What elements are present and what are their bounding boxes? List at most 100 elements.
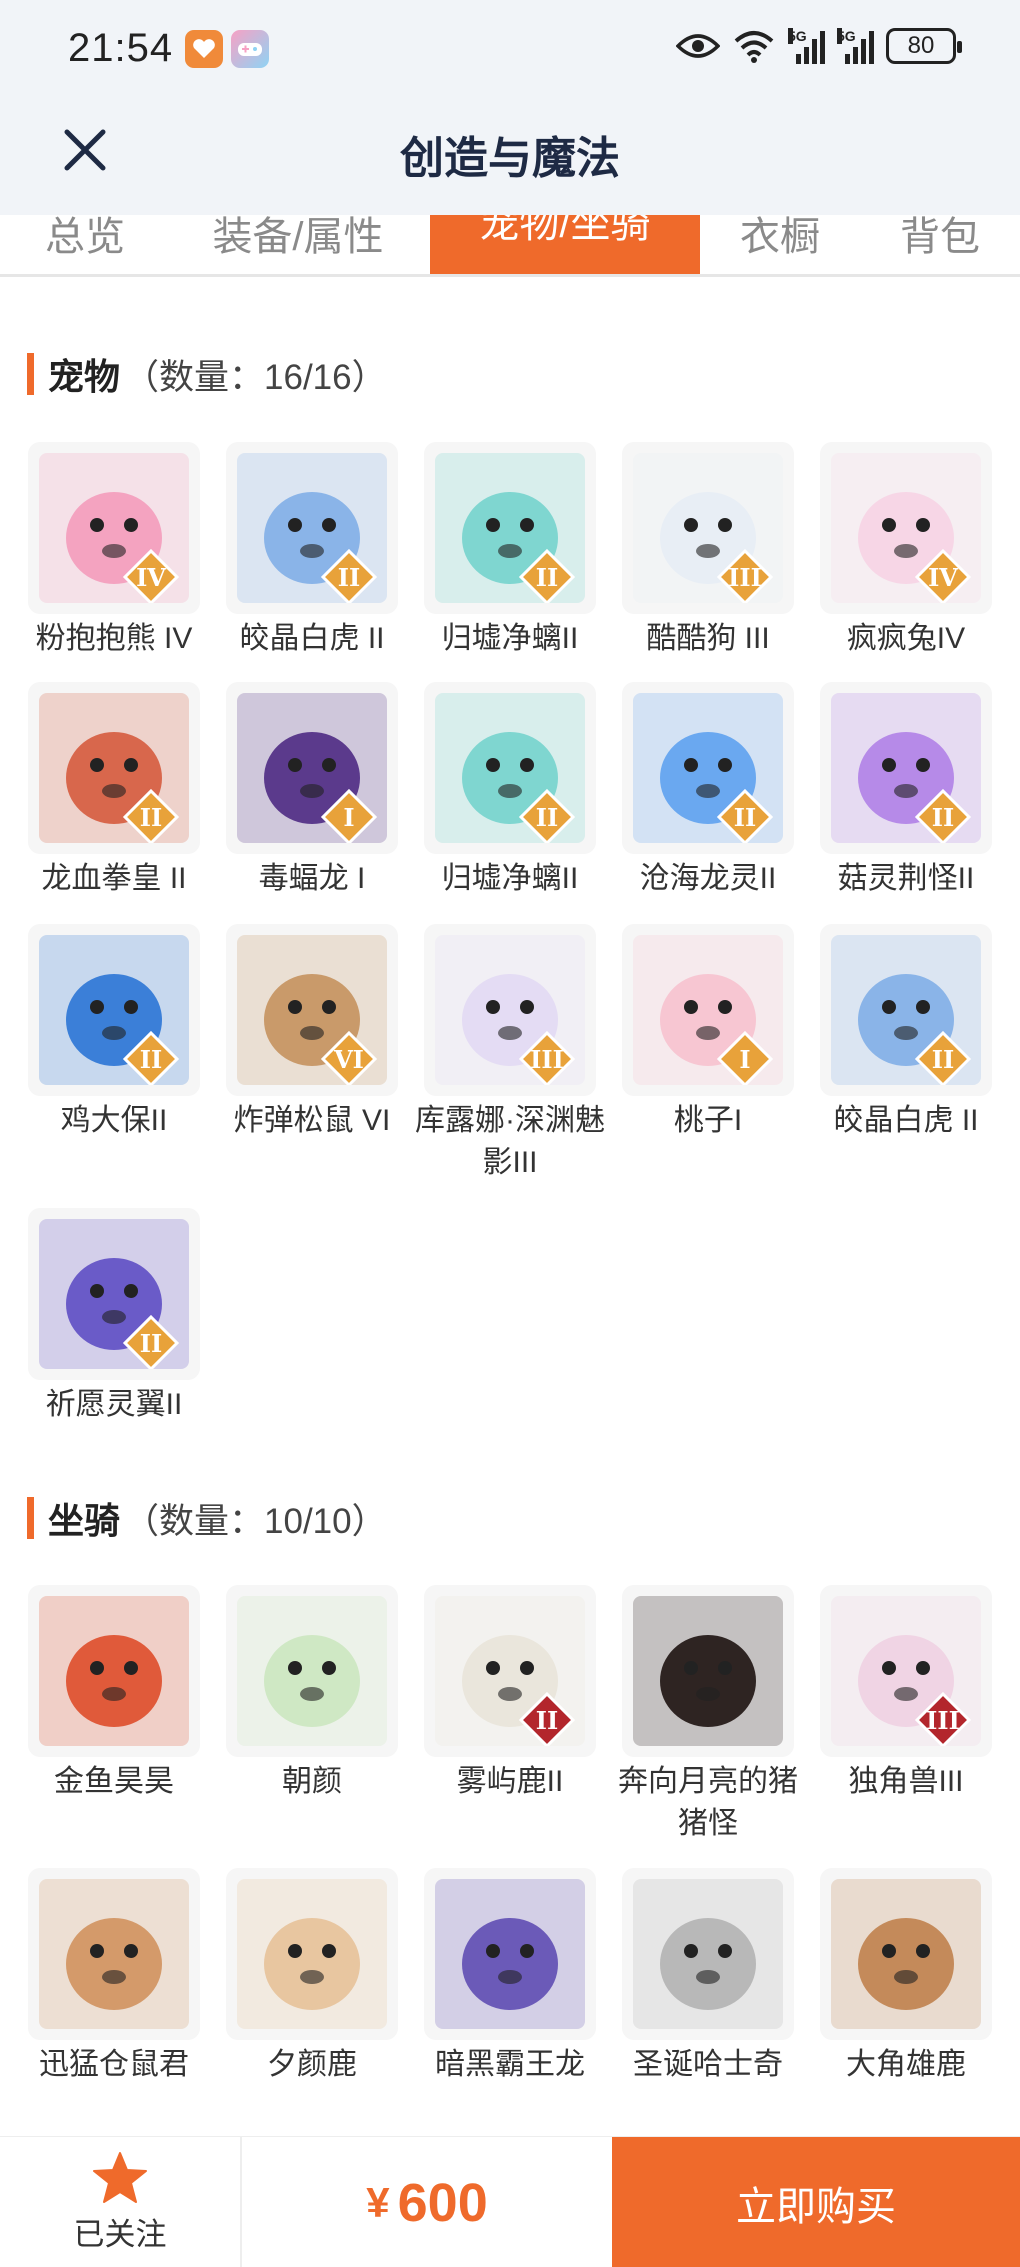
mounts-count: （数量：10/10） bbox=[124, 1501, 387, 1541]
status-bar: 21:54 5G 5G 80 bbox=[0, 0, 1020, 100]
item-name: 酷酷狗 III bbox=[646, 622, 770, 655]
tier-badge-label: III bbox=[926, 1706, 960, 1735]
item-thumbnail: II bbox=[622, 682, 794, 854]
pet-portrait: IV bbox=[831, 453, 981, 603]
item-thumbnail bbox=[226, 1585, 398, 1757]
mount-item[interactable]: 大角雄鹿 bbox=[820, 1868, 992, 2086]
item-name: 归墟净螭II bbox=[441, 622, 579, 655]
pet-portrait: II bbox=[831, 693, 981, 843]
item-name: 大角雄鹿 bbox=[846, 2048, 966, 2081]
status-app-icons bbox=[185, 30, 269, 68]
item-thumbnail: VI bbox=[226, 924, 398, 1096]
eye-icon bbox=[676, 34, 720, 58]
battery-level: 80 bbox=[907, 32, 935, 59]
tier-badge-label: III bbox=[530, 1045, 564, 1074]
tab-bag[interactable]: 背包 bbox=[880, 215, 1000, 273]
item-thumbnail: IV bbox=[28, 442, 200, 614]
item-name: 皎晶白虎 II bbox=[833, 1104, 979, 1137]
pet-item[interactable]: II 龙血拳皇 II bbox=[28, 682, 200, 900]
section-marker bbox=[27, 353, 34, 395]
pet-portrait: II bbox=[435, 453, 585, 603]
tier-badge-label: I bbox=[739, 1045, 750, 1074]
pet-item[interactable]: III 酷酷狗 III bbox=[622, 442, 794, 660]
pet-portrait bbox=[237, 1596, 387, 1746]
pet-portrait bbox=[39, 1596, 189, 1746]
item-name: 桃子I bbox=[673, 1104, 743, 1137]
item-thumbnail: III bbox=[424, 924, 596, 1096]
tier-badge-label: IV bbox=[136, 563, 166, 592]
item-name: 鸡大保II bbox=[60, 1104, 168, 1137]
item-name: 沧海龙灵II bbox=[639, 862, 777, 895]
item-name: 库露娜·深渊魅影III bbox=[415, 1104, 605, 1179]
pet-item[interactable]: II 归墟净螭II bbox=[424, 442, 596, 660]
item-name: 菇灵荆怪II bbox=[837, 862, 975, 895]
mounts-title: 坐骑 bbox=[48, 1500, 121, 1541]
star-icon bbox=[93, 2152, 147, 2203]
pet-portrait bbox=[831, 1879, 981, 2029]
signal-icon-1: 5G bbox=[788, 28, 825, 64]
pet-item[interactable]: II 祈愿灵翼II bbox=[28, 1208, 200, 1426]
follow-button[interactable]: 已关注 bbox=[0, 2137, 242, 2267]
item-thumbnail: III bbox=[622, 442, 794, 614]
mount-item[interactable]: 朝颜 bbox=[226, 1585, 398, 1803]
item-thumbnail bbox=[28, 1868, 200, 2040]
pet-portrait: I bbox=[633, 935, 783, 1085]
item-name: 夕颜鹿 bbox=[267, 2048, 357, 2081]
mount-item[interactable]: 夕颜鹿 bbox=[226, 1868, 398, 2086]
tab-pets-mounts[interactable]: 宠物/坐骑 bbox=[430, 215, 700, 274]
gamepad-app-icon bbox=[231, 30, 269, 68]
pet-item[interactable]: I 毒蝠龙 I bbox=[226, 682, 398, 900]
item-thumbnail: III bbox=[820, 1585, 992, 1757]
pet-portrait bbox=[633, 1879, 783, 2029]
mount-item[interactable]: 圣诞哈士奇 bbox=[622, 1868, 794, 2086]
mounts-section-title: 坐骑 （数量：10/10） bbox=[27, 1494, 387, 1542]
pet-item[interactable]: III 库露娜·深渊魅影III bbox=[415, 924, 605, 1184]
mount-item[interactable]: 金鱼昊昊 bbox=[28, 1585, 200, 1803]
item-name: 奔向月亮的猪猪怪 bbox=[618, 1765, 798, 1840]
pet-portrait bbox=[237, 1879, 387, 2029]
pet-portrait: III bbox=[633, 453, 783, 603]
tier-badge-label: II bbox=[536, 803, 558, 832]
price-value: 600 bbox=[397, 2172, 488, 2233]
tier-badge-label: II bbox=[536, 563, 558, 592]
wifi-icon bbox=[734, 31, 774, 63]
pet-item[interactable]: II 沧海龙灵II bbox=[622, 682, 794, 900]
tab-equipment[interactable]: 装备/属性 bbox=[188, 215, 408, 273]
item-name: 疯疯兔IV bbox=[846, 622, 966, 655]
mount-item[interactable]: 迅猛仓鼠君 bbox=[28, 1868, 200, 2086]
pet-item[interactable]: II 皎晶白虎 II bbox=[820, 924, 992, 1142]
mount-item[interactable]: III 独角兽III bbox=[820, 1585, 992, 1803]
pet-item[interactable]: II 鸡大保II bbox=[28, 924, 200, 1142]
pet-item[interactable]: IV 疯疯兔IV bbox=[820, 442, 992, 660]
tier-badge-label: II bbox=[140, 1329, 162, 1358]
tab-overview[interactable]: 总览 bbox=[20, 215, 150, 273]
mount-item[interactable]: 暗黑霸王龙 bbox=[424, 1868, 596, 2086]
item-thumbnail: I bbox=[226, 682, 398, 854]
item-thumbnail bbox=[28, 1585, 200, 1757]
pet-portrait bbox=[435, 1879, 585, 2029]
item-name: 迅猛仓鼠君 bbox=[39, 2048, 189, 2081]
pets-title: 宠物 bbox=[48, 356, 121, 397]
pet-item[interactable]: VI 炸弹松鼠 VI bbox=[226, 924, 398, 1142]
pet-item[interactable]: II 皎晶白虎 II bbox=[226, 442, 398, 660]
pet-item[interactable]: II 归墟净螭II bbox=[424, 682, 596, 900]
pet-item[interactable]: IV 粉抱抱熊 IV bbox=[28, 442, 200, 660]
tier-badge-label: IV bbox=[928, 563, 958, 592]
tier-badge-label: II bbox=[932, 1045, 954, 1074]
item-name: 祈愿灵翼II bbox=[45, 1388, 183, 1421]
tab-bar: 总览 装备/属性 宠物/坐骑 衣橱 背包 bbox=[0, 215, 1020, 277]
item-thumbnail bbox=[226, 1868, 398, 2040]
item-thumbnail: II bbox=[820, 682, 992, 854]
item-thumbnail: II bbox=[820, 924, 992, 1096]
pet-portrait: II bbox=[39, 935, 189, 1085]
tier-badge-label: III bbox=[728, 563, 762, 592]
item-name: 独角兽III bbox=[848, 1765, 964, 1798]
pet-item[interactable]: I 桃子I bbox=[622, 924, 794, 1142]
pet-item[interactable]: II 菇灵荆怪II bbox=[820, 682, 992, 900]
buy-now-button[interactable]: 立即购买 bbox=[612, 2137, 1020, 2267]
tab-wardrobe[interactable]: 衣橱 bbox=[725, 215, 835, 273]
mount-item[interactable]: 奔向月亮的猪猪怪 bbox=[618, 1585, 798, 1845]
price: ¥ 600 bbox=[242, 2137, 612, 2267]
pet-portrait bbox=[39, 1879, 189, 2029]
mount-item[interactable]: II 雾屿鹿II bbox=[424, 1585, 596, 1803]
